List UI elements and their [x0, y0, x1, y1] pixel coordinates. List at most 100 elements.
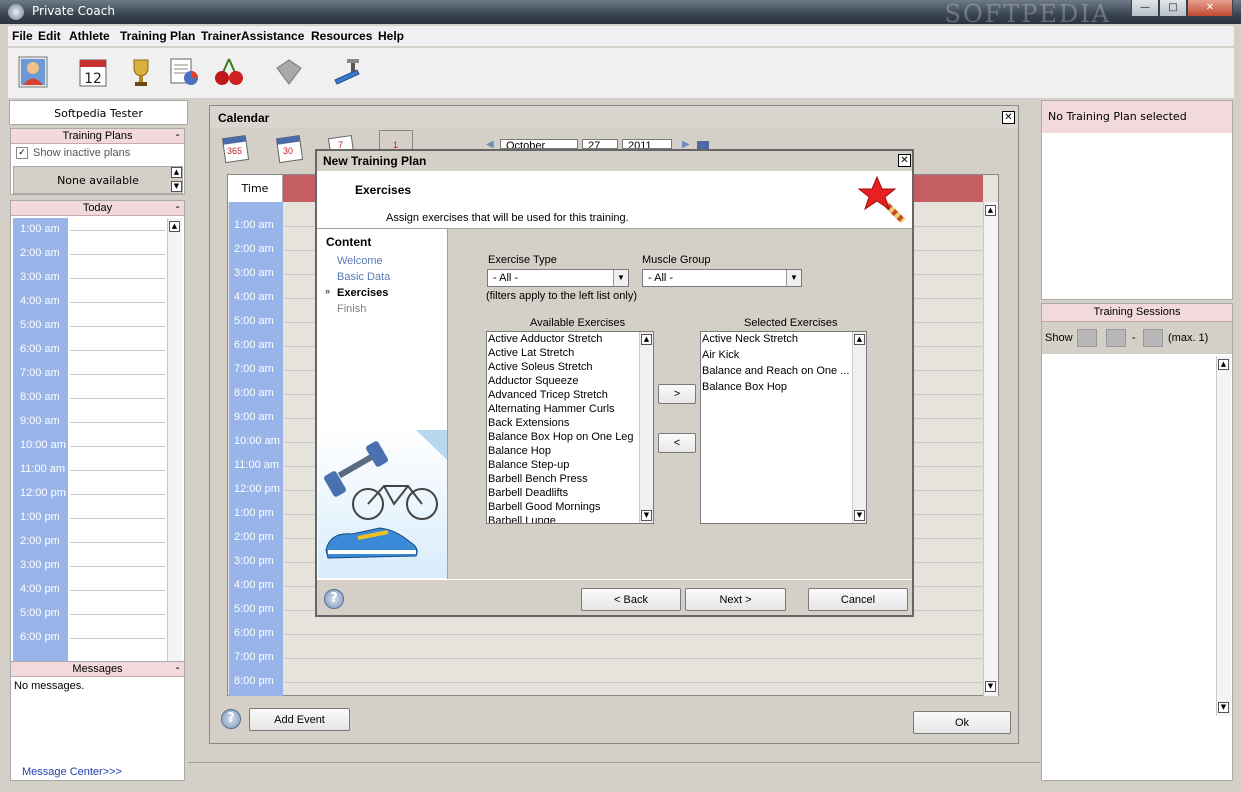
hour-gridline: [70, 422, 165, 423]
selected-exercises-list[interactable]: Active Neck Stretch Air Kick Balance and R…: [700, 331, 867, 524]
hour-gridline: [284, 658, 982, 659]
list-item[interactable]: Barbell Bench Press: [488, 473, 588, 485]
list-item[interactable]: Air Kick: [702, 349, 739, 361]
list-item[interactable]: Advanced Tricep Stretch: [488, 389, 608, 401]
list-item[interactable]: Active Soleus Stretch: [488, 361, 593, 373]
menu-file[interactable]: File: [12, 29, 33, 43]
step-welcome[interactable]: Welcome: [337, 255, 383, 267]
month-select[interactable]: October: [500, 139, 578, 149]
show-inactive-checkbox[interactable]: ✓: [16, 147, 28, 159]
menu-edit[interactable]: Edit: [38, 29, 61, 43]
scroll-down-icon[interactable]: ▼: [171, 181, 182, 192]
dialog-description: Assign exercises that will be used for t…: [386, 212, 629, 224]
training-plans-panel: Training Plans ⌃ ✓ Show inactive plans No…: [10, 128, 185, 195]
tag-icon[interactable]: [273, 56, 305, 90]
list-item[interactable]: Alternating Hammer Curls: [488, 403, 615, 415]
scroll-up-icon[interactable]: ▲: [985, 205, 996, 216]
next-button[interactable]: Next >: [685, 588, 786, 611]
sessions-scrollbar[interactable]: [1216, 356, 1231, 716]
right-sidebar: No Training Plan selected Training Sessi…: [1040, 100, 1234, 783]
calendar-scrollbar[interactable]: [983, 202, 998, 696]
muscle-group-label: Muscle Group: [642, 254, 711, 266]
list-item[interactable]: Active Neck Stretch: [702, 333, 798, 345]
list-item[interactable]: Adductor Squeeze: [488, 375, 579, 387]
message-center-link[interactable]: Message Center>>>: [22, 766, 122, 778]
list-item[interactable]: Barbell Good Mornings: [488, 501, 601, 513]
collapse-icon[interactable]: ⌃: [174, 664, 181, 678]
training-plans-list[interactable]: None available: [13, 166, 183, 194]
scroll-up-icon[interactable]: ▲: [1218, 359, 1229, 370]
today-hour-label: 3:00 pm: [20, 559, 60, 571]
date-picker-icon[interactable]: [697, 141, 709, 149]
step-basic-data[interactable]: Basic Data: [337, 271, 390, 283]
scroll-up-icon[interactable]: ▲: [171, 167, 182, 178]
cancel-button[interactable]: Cancel: [808, 588, 908, 611]
hour-gridline: [70, 326, 165, 327]
list-item[interactable]: Balance Hop: [488, 445, 551, 457]
selected-scrollbar[interactable]: ▲ ▼: [852, 332, 866, 523]
calendar-hour-label: 6:00 pm: [234, 627, 274, 639]
menu-trainer-assistance[interactable]: TrainerAssistance: [201, 29, 304, 43]
list-item[interactable]: Balance and Reach on One ...: [702, 365, 849, 377]
close-calendar-button[interactable]: ✕: [1002, 111, 1015, 124]
list-item[interactable]: Active Lat Stretch: [488, 347, 574, 359]
calendar-ok-button[interactable]: Ok: [913, 711, 1011, 734]
scroll-down-icon[interactable]: ▼: [854, 510, 865, 521]
minimize-button[interactable]: —: [1131, 0, 1159, 17]
exercise-type-select[interactable]: - All - ▼: [487, 269, 629, 287]
available-exercises-list[interactable]: Active Adductor Stretch Active Lat Stretc…: [486, 331, 654, 524]
list-item[interactable]: Barbell Deadlifts: [488, 487, 568, 499]
report-icon[interactable]: [168, 56, 200, 90]
list-item[interactable]: Balance Box Hop on One Leg: [488, 431, 634, 443]
day-select[interactable]: 27: [582, 139, 618, 149]
session-filter-field-1[interactable]: [1077, 329, 1097, 347]
calendar-icon[interactable]: 12: [78, 56, 110, 90]
calendar-hour-label: 8:00 am: [234, 387, 274, 399]
remove-exercise-button[interactable]: <: [658, 433, 696, 453]
collapse-icon[interactable]: ⌃: [174, 203, 181, 217]
scroll-up-icon[interactable]: ▲: [169, 221, 180, 232]
scroll-up-icon[interactable]: ▲: [641, 334, 652, 345]
list-item[interactable]: Balance Step-up: [488, 459, 569, 471]
add-exercise-button[interactable]: >: [658, 384, 696, 404]
trophy-icon[interactable]: [126, 56, 158, 90]
treadmill-icon[interactable]: [331, 56, 363, 90]
session-filter-field-3[interactable]: [1143, 329, 1163, 347]
calendar-help-icon[interactable]: ?: [221, 709, 241, 729]
calendar-hour-label: 7:00 pm: [234, 651, 274, 663]
list-item[interactable]: Balance Box Hop: [702, 381, 787, 393]
list-item[interactable]: Barbell Lunge: [488, 515, 556, 523]
calendar-hour-label: 2:00 am: [234, 243, 274, 255]
today-hour-label: 2:00 am: [20, 247, 60, 259]
add-event-button[interactable]: Add Event: [249, 708, 350, 731]
year-view-icon[interactable]: 365: [221, 134, 250, 164]
menu-help[interactable]: Help: [378, 29, 404, 43]
scroll-down-icon[interactable]: ▼: [1218, 702, 1229, 713]
muscle-group-select[interactable]: - All - ▼: [642, 269, 802, 287]
hour-gridline: [70, 446, 165, 447]
year-select[interactable]: 2011: [622, 139, 672, 149]
close-window-button[interactable]: ✕: [1187, 0, 1233, 17]
step-exercises[interactable]: Exercises: [337, 287, 388, 299]
menu-training-plan[interactable]: Training Plan: [120, 29, 195, 43]
menu-athlete[interactable]: Athlete: [69, 29, 110, 43]
close-dialog-button[interactable]: ✕: [898, 154, 911, 167]
cherry-icon[interactable]: [213, 56, 245, 90]
list-item[interactable]: Active Adductor Stretch: [488, 333, 602, 345]
dialog-help-icon[interactable]: ?: [324, 589, 344, 609]
collapse-icon[interactable]: ⌃: [174, 131, 181, 145]
session-filter-field-2[interactable]: [1106, 329, 1126, 347]
available-scrollbar[interactable]: ▲ ▼: [639, 332, 653, 523]
calendar-hour-label: 7:00 am: [234, 363, 274, 375]
menu-resources[interactable]: Resources: [311, 29, 372, 43]
athlete-icon[interactable]: [18, 56, 50, 90]
scroll-down-icon[interactable]: ▼: [641, 510, 652, 521]
scroll-down-icon[interactable]: ▼: [985, 681, 996, 692]
list-item[interactable]: Back Extensions: [488, 417, 569, 429]
today-hour-label: 10:00 am: [20, 439, 66, 451]
scroll-up-icon[interactable]: ▲: [854, 334, 865, 345]
day-view-icon[interactable]: 1: [379, 130, 413, 150]
back-button[interactable]: < Back: [581, 588, 681, 611]
month-view-icon[interactable]: 30: [275, 134, 304, 164]
maximize-button[interactable]: □: [1159, 0, 1187, 17]
